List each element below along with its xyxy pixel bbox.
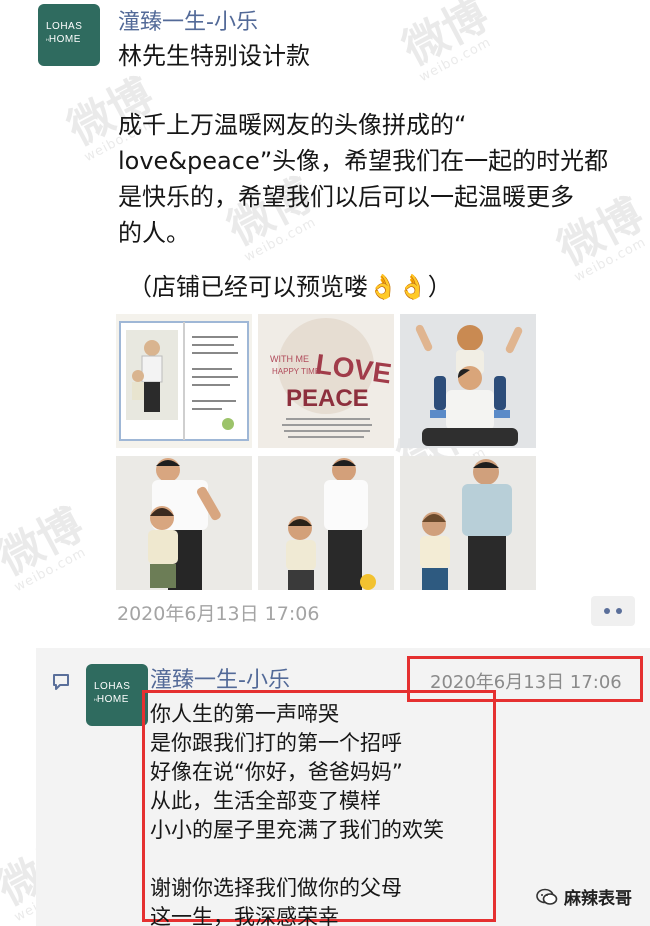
post-body-line: 的人。 <box>118 219 190 247</box>
comment-line: 从此，生活全部变了模样 <box>150 789 381 813</box>
post-body: 成千上万温暖网友的头像拼成的“ love&peace”头像，希望我们在一起的时光… <box>118 107 648 251</box>
comment-author-avatar[interactable]: LOHAS HHOME <box>86 664 148 726</box>
happy-time-text: HAPPY TIME <box>272 367 320 376</box>
comment-body: 你人生的第一声啼哭 是你跟我们打的第一个招呼 好像在说“你好，爸爸妈妈” 从此，… <box>150 700 444 926</box>
post-note: （店铺已经可以预览喽👌👌） <box>128 273 452 301</box>
dot-icon <box>604 608 610 614</box>
comment-line: 好像在说“你好，爸爸妈妈” <box>150 760 403 784</box>
watermark: 微博weibo.com <box>394 0 497 86</box>
post-author-name[interactable]: 潼臻一生-小乐 <box>118 4 258 36</box>
photo-walking[interactable] <box>258 456 394 590</box>
author-avatar[interactable]: LOHAS HHOME <box>38 4 100 66</box>
comment-line: 小小的屋子里充满了我们的欢笑 <box>150 818 444 842</box>
comment-line: 你人生的第一声啼哭 <box>150 702 339 726</box>
post-body-line: 是快乐的，希望我们以后可以一起温暖更多 <box>118 183 574 211</box>
comment-line: 这一生，我深感荣幸 <box>150 905 339 926</box>
wechat-icon <box>536 888 558 905</box>
photo-book[interactable] <box>116 314 252 448</box>
peace-text: PEACE <box>286 385 369 412</box>
photo-father-son[interactable] <box>400 456 536 590</box>
photo-love-peace-tee[interactable]: WITH ME HAPPY TIME LOVE PEACE <box>258 314 394 448</box>
more-options-button[interactable] <box>591 596 635 626</box>
photo-father-daughter[interactable] <box>116 456 252 590</box>
post-subtitle: 林先生特别设计款 <box>118 42 310 70</box>
post-timestamp: 2020年6月13日 17:06 <box>117 603 320 625</box>
comment-line: 是你跟我们打的第一个招呼 <box>150 731 402 755</box>
with-me-text: WITH ME <box>270 354 309 364</box>
comment-line: 谢谢你选择我们做你的父母 <box>150 876 402 900</box>
watermark: 微博weibo.com <box>0 499 92 596</box>
post-body-line: 成千上万温暖网友的头像拼成的“ <box>118 111 467 139</box>
post-body-line: love&peace”头像，希望我们在一起的时光都 <box>118 147 609 175</box>
dot-icon <box>616 608 622 614</box>
brand-tag-label: 麻辣表哥 <box>564 889 632 909</box>
comment-icon <box>53 674 69 690</box>
comment-line <box>150 845 444 874</box>
photo-shoulder-ride[interactable] <box>400 314 536 448</box>
brand-tag: 麻辣表哥 <box>536 884 632 909</box>
